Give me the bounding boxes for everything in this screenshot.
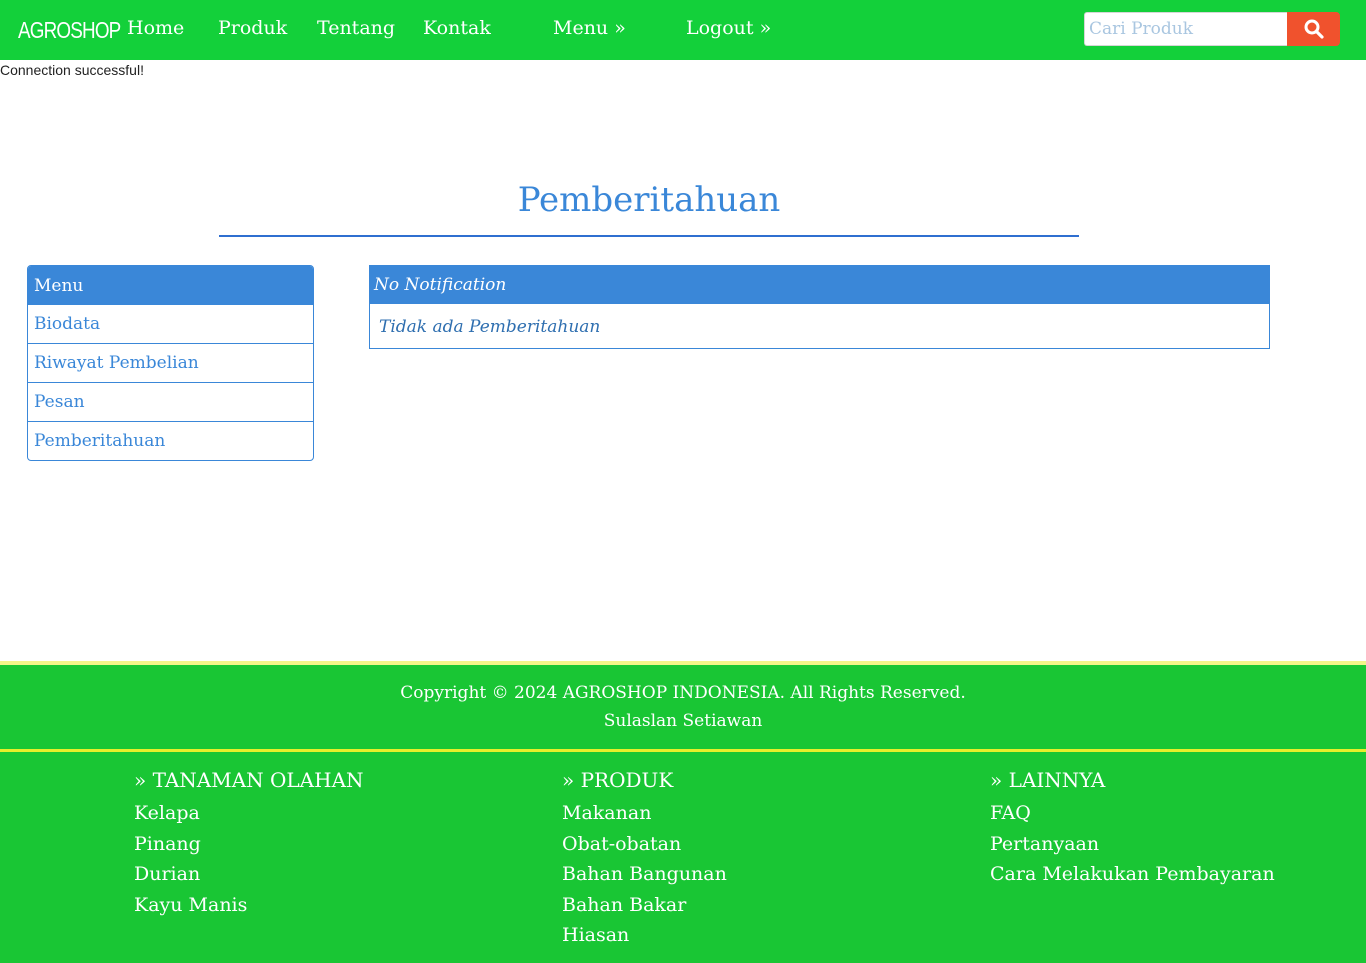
notification-panel: No Notification Tidak ada Pemberitahuan: [369, 265, 1270, 349]
footer-column-produk: » PRODUK Makanan Obat-obatan Bahan Bangu…: [562, 768, 727, 951]
search-input[interactable]: [1084, 12, 1288, 46]
footer-column-heading: » PRODUK: [562, 768, 674, 792]
footer-link-durian[interactable]: Durian: [134, 859, 364, 890]
footer-column-tanaman-olahan: » TANAMAN OLAHAN Kelapa Pinang Durian Ka…: [134, 768, 364, 920]
footer-link-makanan[interactable]: Makanan: [562, 798, 727, 829]
footer-link-bahan-bakar[interactable]: Bahan Bakar: [562, 890, 727, 921]
footer-links-section: » TANAMAN OLAHAN Kelapa Pinang Durian Ka…: [0, 752, 1366, 963]
side-menu-item-biodata[interactable]: Biodata: [28, 304, 313, 343]
side-menu-item-pesan[interactable]: Pesan: [28, 382, 313, 421]
footer-link-kelapa[interactable]: Kelapa: [134, 798, 364, 829]
search-icon: [1304, 19, 1324, 39]
notification-panel-header: No Notification: [370, 266, 1269, 304]
nav-home[interactable]: Home: [127, 17, 184, 39]
footer-link-hiasan[interactable]: Hiasan: [562, 920, 727, 951]
footer-link-obat-obatan[interactable]: Obat-obatan: [562, 829, 727, 860]
footer-link-bahan-bangunan[interactable]: Bahan Bangunan: [562, 859, 727, 890]
footer-link-faq[interactable]: FAQ: [990, 798, 1275, 829]
nav-kontak[interactable]: Kontak: [423, 17, 491, 39]
page-title: Pemberitahuan: [517, 180, 781, 220]
nav-logout-dropdown[interactable]: Logout »: [686, 17, 771, 39]
side-menu-item-pemberitahuan[interactable]: Pemberitahuan: [28, 421, 313, 460]
footer-column-heading: » TANAMAN OLAHAN: [134, 768, 364, 792]
brand-logo[interactable]: AGROSHOP: [18, 17, 121, 44]
side-menu-item-riwayat-pembelian[interactable]: Riwayat Pembelian: [28, 343, 313, 382]
nav-menu-dropdown[interactable]: Menu »: [553, 17, 626, 39]
connection-status-text: Connection successful!: [0, 62, 144, 78]
title-divider: [219, 235, 1079, 237]
nav-tentang[interactable]: Tentang: [317, 17, 395, 39]
side-menu: Menu Biodata Riwayat Pembelian Pesan Pem…: [27, 265, 314, 461]
notification-empty-message: Tidak ada Pemberitahuan: [379, 317, 601, 337]
footer-link-kayu-manis[interactable]: Kayu Manis: [134, 890, 364, 921]
search-button[interactable]: [1287, 12, 1340, 46]
footer-copyright-bar: Copyright © 2024 AGROSHOP INDONESIA. All…: [0, 665, 1366, 749]
footer-link-pertanyaan[interactable]: Pertanyaan: [990, 829, 1275, 860]
footer-copyright-text: Copyright © 2024 AGROSHOP INDONESIA. All…: [400, 683, 966, 703]
footer-author-text: Sulaslan Setiawan: [603, 711, 763, 731]
footer-column-lainnya: » LAINNYA FAQ Pertanyaan Cara Melakukan …: [990, 768, 1275, 890]
footer-column-heading: » LAINNYA: [990, 768, 1106, 792]
side-menu-header: Menu: [28, 266, 313, 304]
footer-link-cara-pembayaran[interactable]: Cara Melakukan Pembayaran: [990, 859, 1275, 890]
footer-link-pinang[interactable]: Pinang: [134, 829, 364, 860]
top-navbar: AGROSHOP Home Produk Tentang Kontak Menu…: [0, 0, 1366, 60]
nav-produk[interactable]: Produk: [218, 17, 287, 39]
